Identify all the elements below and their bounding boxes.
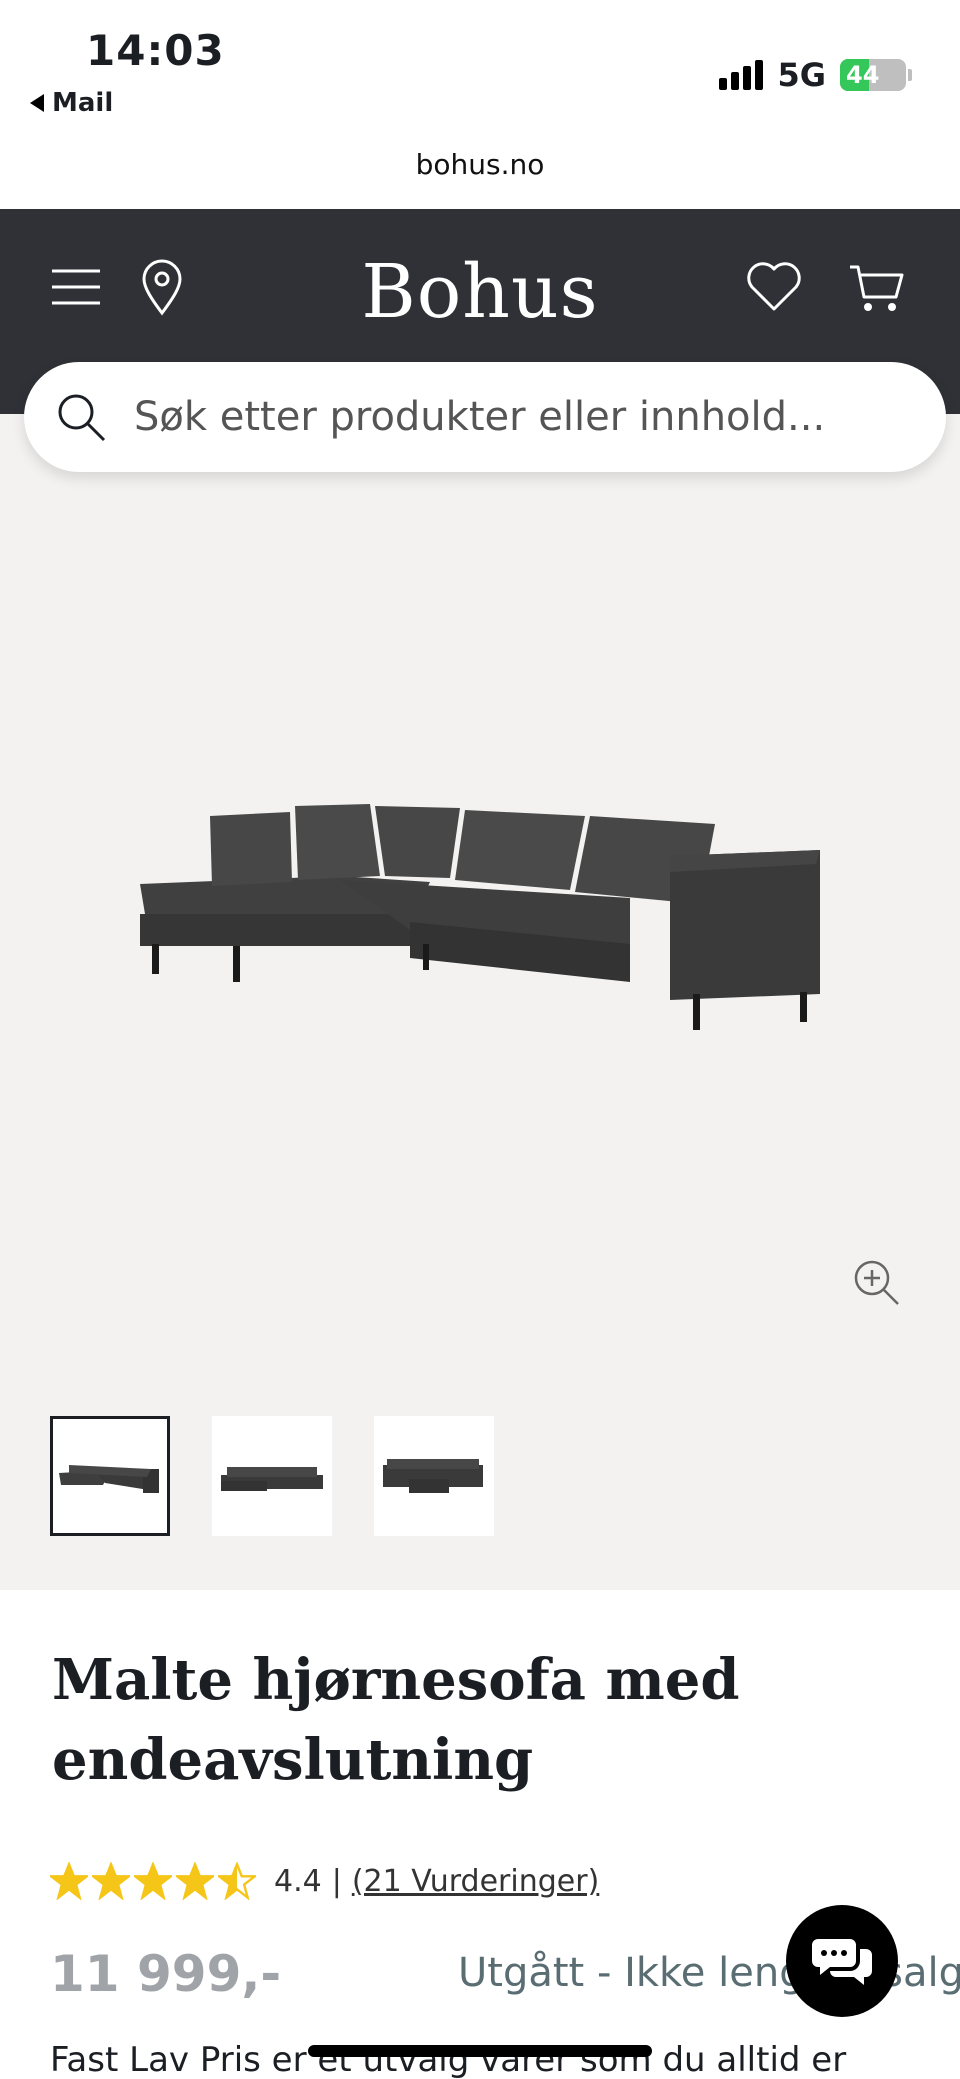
star-icon	[50, 1862, 88, 1900]
rating-value: 4.4	[274, 1863, 322, 1899]
cellular-signal-icon	[719, 60, 764, 90]
product-image[interactable]	[130, 794, 830, 1074]
thumbnail-1[interactable]	[50, 1416, 170, 1536]
thumbnail-2[interactable]	[212, 1416, 332, 1536]
status-time: 14:03	[86, 26, 225, 75]
thumbnail-sofa-image	[221, 1467, 323, 1491]
star-icon	[134, 1862, 172, 1900]
thumbnail-sofa-image	[383, 1459, 483, 1493]
back-label: Mail	[52, 88, 114, 118]
cart-icon[interactable]	[846, 257, 906, 317]
network-type: 5G	[777, 56, 826, 94]
thumbnail-strip	[50, 1416, 494, 1536]
home-indicator[interactable]	[308, 2045, 652, 2057]
chat-bubble-icon	[812, 1939, 872, 1985]
zoom-in-icon[interactable]	[850, 1256, 902, 1308]
site-logo[interactable]: Bohus	[0, 249, 960, 335]
product-title: Malte hjørnesofa med endeavslutning	[52, 1647, 740, 1793]
search-input[interactable]	[134, 394, 914, 440]
battery-icon: 44	[840, 59, 906, 91]
status-bar: 14:03 Mail 5G 44	[0, 0, 960, 140]
reviews-link[interactable]: (21 Vurderinger)	[352, 1864, 599, 1899]
url-bar[interactable]: bohus.no	[0, 148, 960, 181]
star-icon	[92, 1862, 130, 1900]
star-icon	[218, 1862, 256, 1900]
thumbnail-3[interactable]	[374, 1416, 494, 1536]
battery-cap	[908, 69, 912, 81]
status-indicators: 5G 44	[719, 56, 912, 94]
back-to-mail-button[interactable]: Mail	[30, 88, 113, 118]
search-bar[interactable]	[24, 362, 946, 472]
heart-icon[interactable]	[744, 257, 804, 317]
back-arrow-icon	[30, 94, 44, 112]
thumbnail-sofa-image	[59, 1465, 159, 1493]
product-gallery	[0, 414, 960, 1590]
chat-button[interactable]	[786, 1905, 898, 2017]
rating-stars	[50, 1862, 256, 1900]
battery-level: 44	[846, 61, 880, 89]
rating-row: 4.4 | (21 Vurderinger)	[50, 1862, 599, 1900]
star-icon	[176, 1862, 214, 1900]
rating-separator: |	[331, 1863, 342, 1899]
product-price: 11 999,-	[50, 1945, 282, 2003]
search-icon	[58, 394, 106, 442]
